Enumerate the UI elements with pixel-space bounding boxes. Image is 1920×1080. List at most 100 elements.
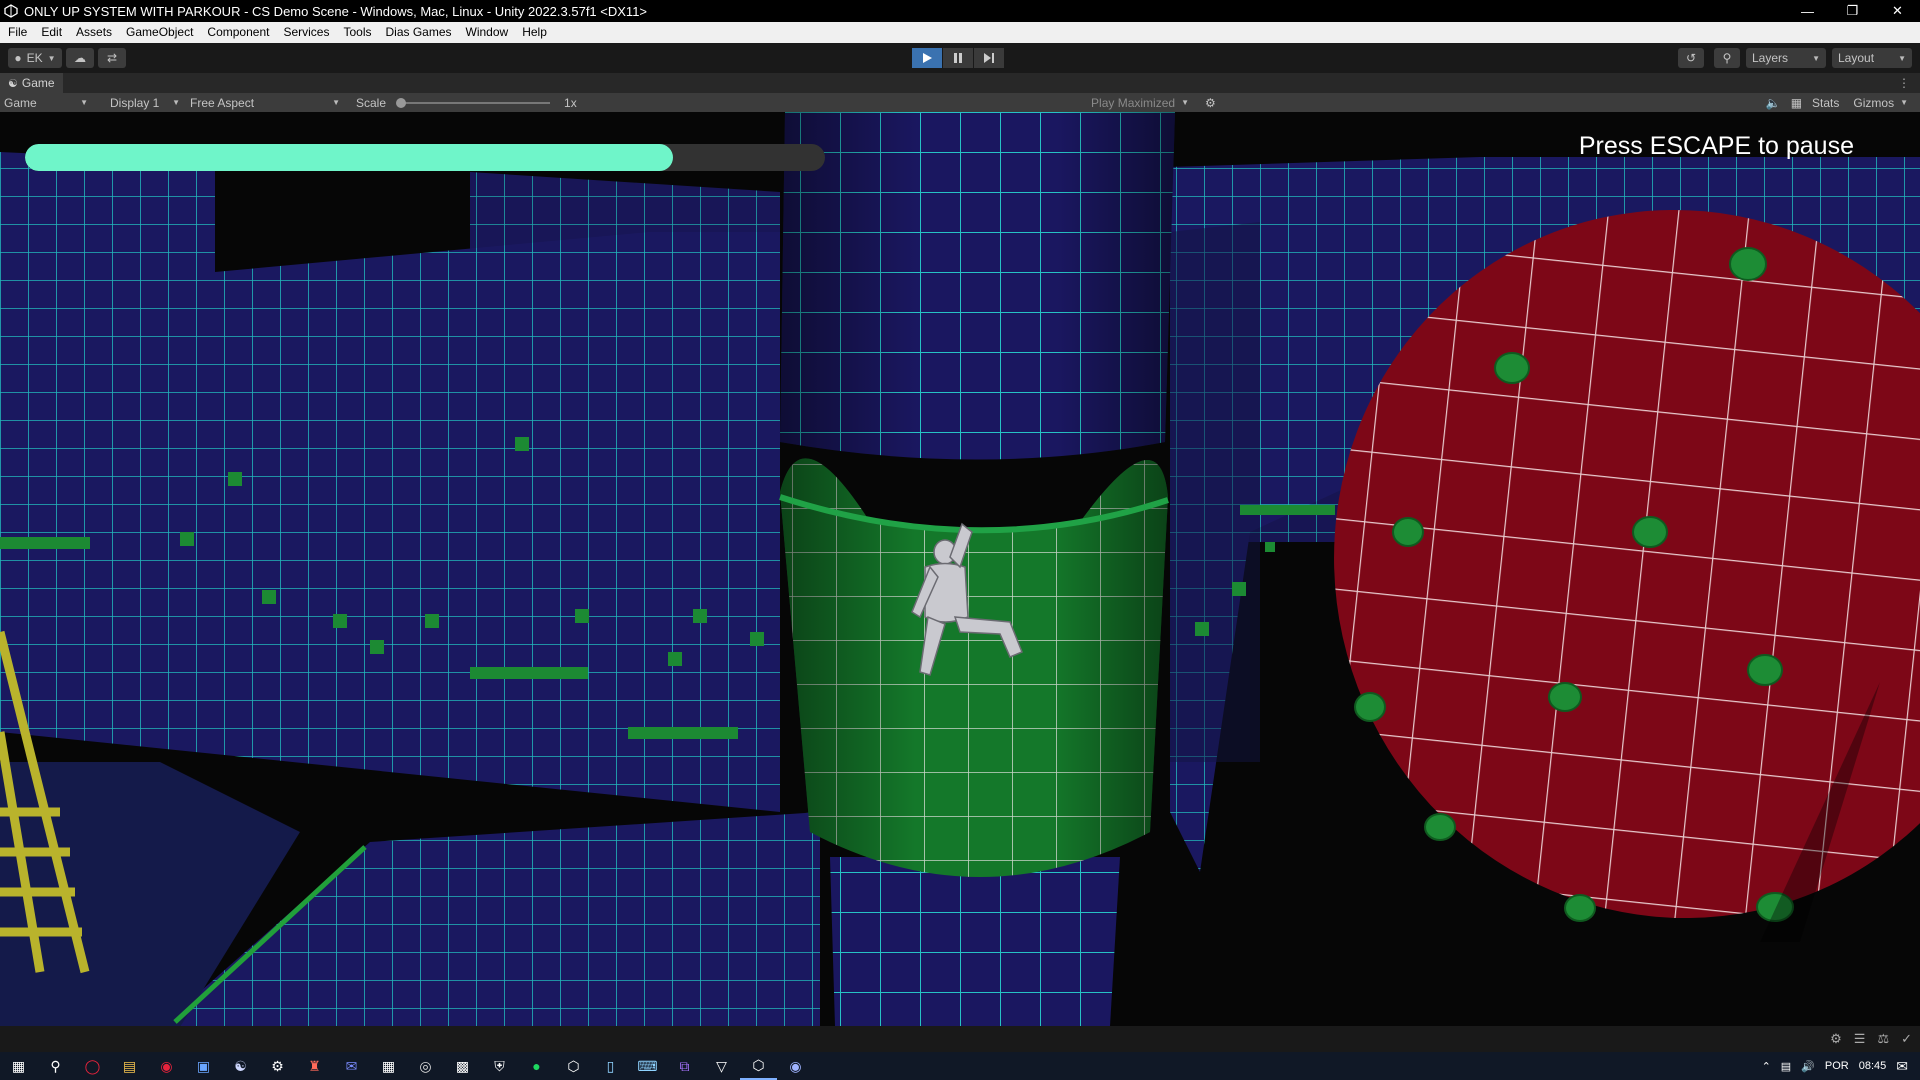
playmode-controls (912, 48, 1004, 68)
check-icon[interactable]: ✓ (1901, 1031, 1912, 1047)
pause-button[interactable] (943, 48, 973, 68)
menu-gameobject[interactable]: GameObject (118, 22, 199, 43)
menu-dias-games[interactable]: Dias Games (377, 22, 457, 43)
visual-studio-icon[interactable]: ⧉ (666, 1052, 703, 1080)
close-icon[interactable]: ✕ (1875, 0, 1920, 22)
cloud-button[interactable]: ☁ (66, 48, 94, 68)
aspect-label: Free Aspect (190, 95, 255, 110)
record-icon[interactable]: ◉ (148, 1052, 185, 1080)
unity-editor-icon[interactable]: ⬡ (555, 1052, 592, 1080)
network-status-icon[interactable]: ⚖ (1877, 1031, 1889, 1047)
network-icon[interactable]: ▤ (1781, 1060, 1791, 1073)
grid-icon[interactable]: ▦ (1791, 96, 1802, 110)
search-icon[interactable]: ⚲ (37, 1052, 74, 1080)
windows-start-icon[interactable]: ▦ (0, 1052, 37, 1080)
account-icon: ● (14, 51, 22, 65)
step-button[interactable] (974, 48, 1004, 68)
tab-bar: ☯ Game ⋮ (0, 73, 1920, 93)
file-explorer-icon[interactable]: ▤ (111, 1052, 148, 1080)
play-button[interactable] (912, 48, 942, 68)
calculator-icon[interactable]: ▦ (370, 1052, 407, 1080)
more-options-icon[interactable]: ⋮ (1898, 76, 1910, 90)
window-titlebar: ONLY UP SYSTEM WITH PARKOUR - CS Demo Sc… (0, 0, 1920, 22)
minimize-icon[interactable]: — (1785, 0, 1830, 22)
main-toolbar: ● EK ▼ ☁ ⇄ ↺ ⚲ Layers ▼ Layout ▼ (0, 43, 1920, 73)
spotify-icon[interactable]: ● (518, 1052, 555, 1080)
gizmos-label: Gizmos (1853, 95, 1895, 110)
shield-icon[interactable]: ⛨ (481, 1052, 518, 1080)
system-tray: ⌃ ▤ 🔊 POR 08:45 ✉ (1762, 1052, 1920, 1080)
history-button[interactable]: ↺ (1678, 48, 1704, 68)
monitor-icon[interactable]: ▣ (185, 1052, 222, 1080)
chevron-down-icon: ▼ (1181, 98, 1189, 107)
play-icon (923, 53, 932, 63)
scale-slider-knob[interactable] (396, 97, 407, 108)
layers-status-icon[interactable]: ☰ (1854, 1031, 1866, 1047)
play-mode-dropdown[interactable]: Play Maximized ▼ (1087, 93, 1195, 112)
unity-active-icon[interactable]: ⬡ (740, 1052, 777, 1080)
menu-file[interactable]: File (0, 22, 33, 43)
debug-icon[interactable]: ⚙ (1205, 96, 1216, 110)
opera-icon[interactable]: ◯ (74, 1052, 111, 1080)
restore-icon[interactable]: ❐ (1830, 0, 1875, 22)
health-bar-fill (25, 144, 673, 171)
game-viewport[interactable]: Press ESCAPE to pause (0, 112, 1920, 1026)
layers-dropdown[interactable]: Layers ▼ (1746, 48, 1826, 68)
bird-app-icon[interactable]: ♜ (296, 1052, 333, 1080)
chevron-down-icon: ▼ (1900, 98, 1908, 107)
chat-app-icon[interactable]: ✉ (333, 1052, 370, 1080)
menu-assets[interactable]: Assets (68, 22, 118, 43)
notes-app-icon[interactable]: ▯ (592, 1052, 629, 1080)
tab-game-label: Game (21, 76, 55, 90)
chevron-down-icon: ▼ (1812, 53, 1820, 63)
gamepad-app-icon[interactable]: ☯ (222, 1052, 259, 1080)
chevron-down-icon: ▼ (80, 98, 88, 107)
tab-game[interactable]: ☯ Game (0, 73, 63, 93)
triangle-app-icon[interactable]: ▽ (703, 1052, 740, 1080)
settings-gear-icon[interactable]: ⚙ (259, 1052, 296, 1080)
editor-status-bar: ⚙ ☰ ⚖ ✓ (0, 1026, 1920, 1052)
menu-edit[interactable]: Edit (33, 22, 68, 43)
menu-window[interactable]: Window (458, 22, 515, 43)
history-icon: ↺ (1685, 51, 1697, 65)
menu-help[interactable]: Help (514, 22, 553, 43)
layout-label: Layout (1838, 51, 1875, 65)
collab-button[interactable]: ⇄ (98, 48, 126, 68)
health-bar (25, 144, 825, 171)
scale-slider[interactable] (396, 97, 551, 108)
step-icon (984, 53, 994, 63)
account-button[interactable]: ● EK ▼ (8, 48, 62, 68)
layout-dropdown[interactable]: Layout ▼ (1832, 48, 1912, 68)
unity-hub-icon[interactable]: ◎ (407, 1052, 444, 1080)
menu-services[interactable]: Services (275, 22, 335, 43)
notifications-icon[interactable]: ✉ (1896, 1058, 1908, 1075)
layers-label: Layers (1752, 51, 1789, 65)
chevron-up-icon[interactable]: ⌃ (1762, 1060, 1771, 1073)
aspect-dropdown[interactable]: Free Aspect ▼ (186, 93, 346, 112)
play-mode-label: Play Maximized (1091, 95, 1176, 110)
bug-icon[interactable]: ⚙ (1830, 1031, 1842, 1047)
gamepad-icon: ☯ (8, 77, 18, 90)
screen-app-icon[interactable]: ▩ (444, 1052, 481, 1080)
language-indicator[interactable]: POR (1825, 1060, 1849, 1072)
pause-hint: Press ESCAPE to pause (1578, 132, 1854, 160)
scale-control: Scale 1x (352, 93, 583, 112)
menu-bar: File Edit Assets GameObject Component Se… (0, 22, 1920, 43)
search-icon: ⚲ (1722, 51, 1732, 65)
game-view-controls: Game ▼ Display 1 ▼ Free Aspect ▼ Scale 1… (0, 93, 1920, 112)
stats-button[interactable]: Stats (1812, 96, 1839, 110)
view-mode-dropdown[interactable]: Game ▼ (0, 93, 94, 112)
volume-icon[interactable]: 🔊 (1801, 1060, 1815, 1073)
scale-label: Scale (356, 95, 387, 110)
search-button[interactable]: ⚲ (1714, 48, 1740, 68)
audio-icon[interactable]: 🔈 (1766, 96, 1781, 110)
gizmos-dropdown[interactable]: Gizmos ▼ (1849, 93, 1914, 112)
account-label: EK (26, 51, 43, 65)
menu-tools[interactable]: Tools (335, 22, 377, 43)
keyboard-app-icon[interactable]: ⌨ (629, 1052, 666, 1080)
menu-component[interactable]: Component (199, 22, 275, 43)
scale-value: 1x (564, 95, 577, 110)
clock[interactable]: 08:45 (1859, 1060, 1887, 1072)
discord-icon[interactable]: ◉ (777, 1052, 814, 1080)
display-dropdown[interactable]: Display 1 ▼ (106, 93, 186, 112)
